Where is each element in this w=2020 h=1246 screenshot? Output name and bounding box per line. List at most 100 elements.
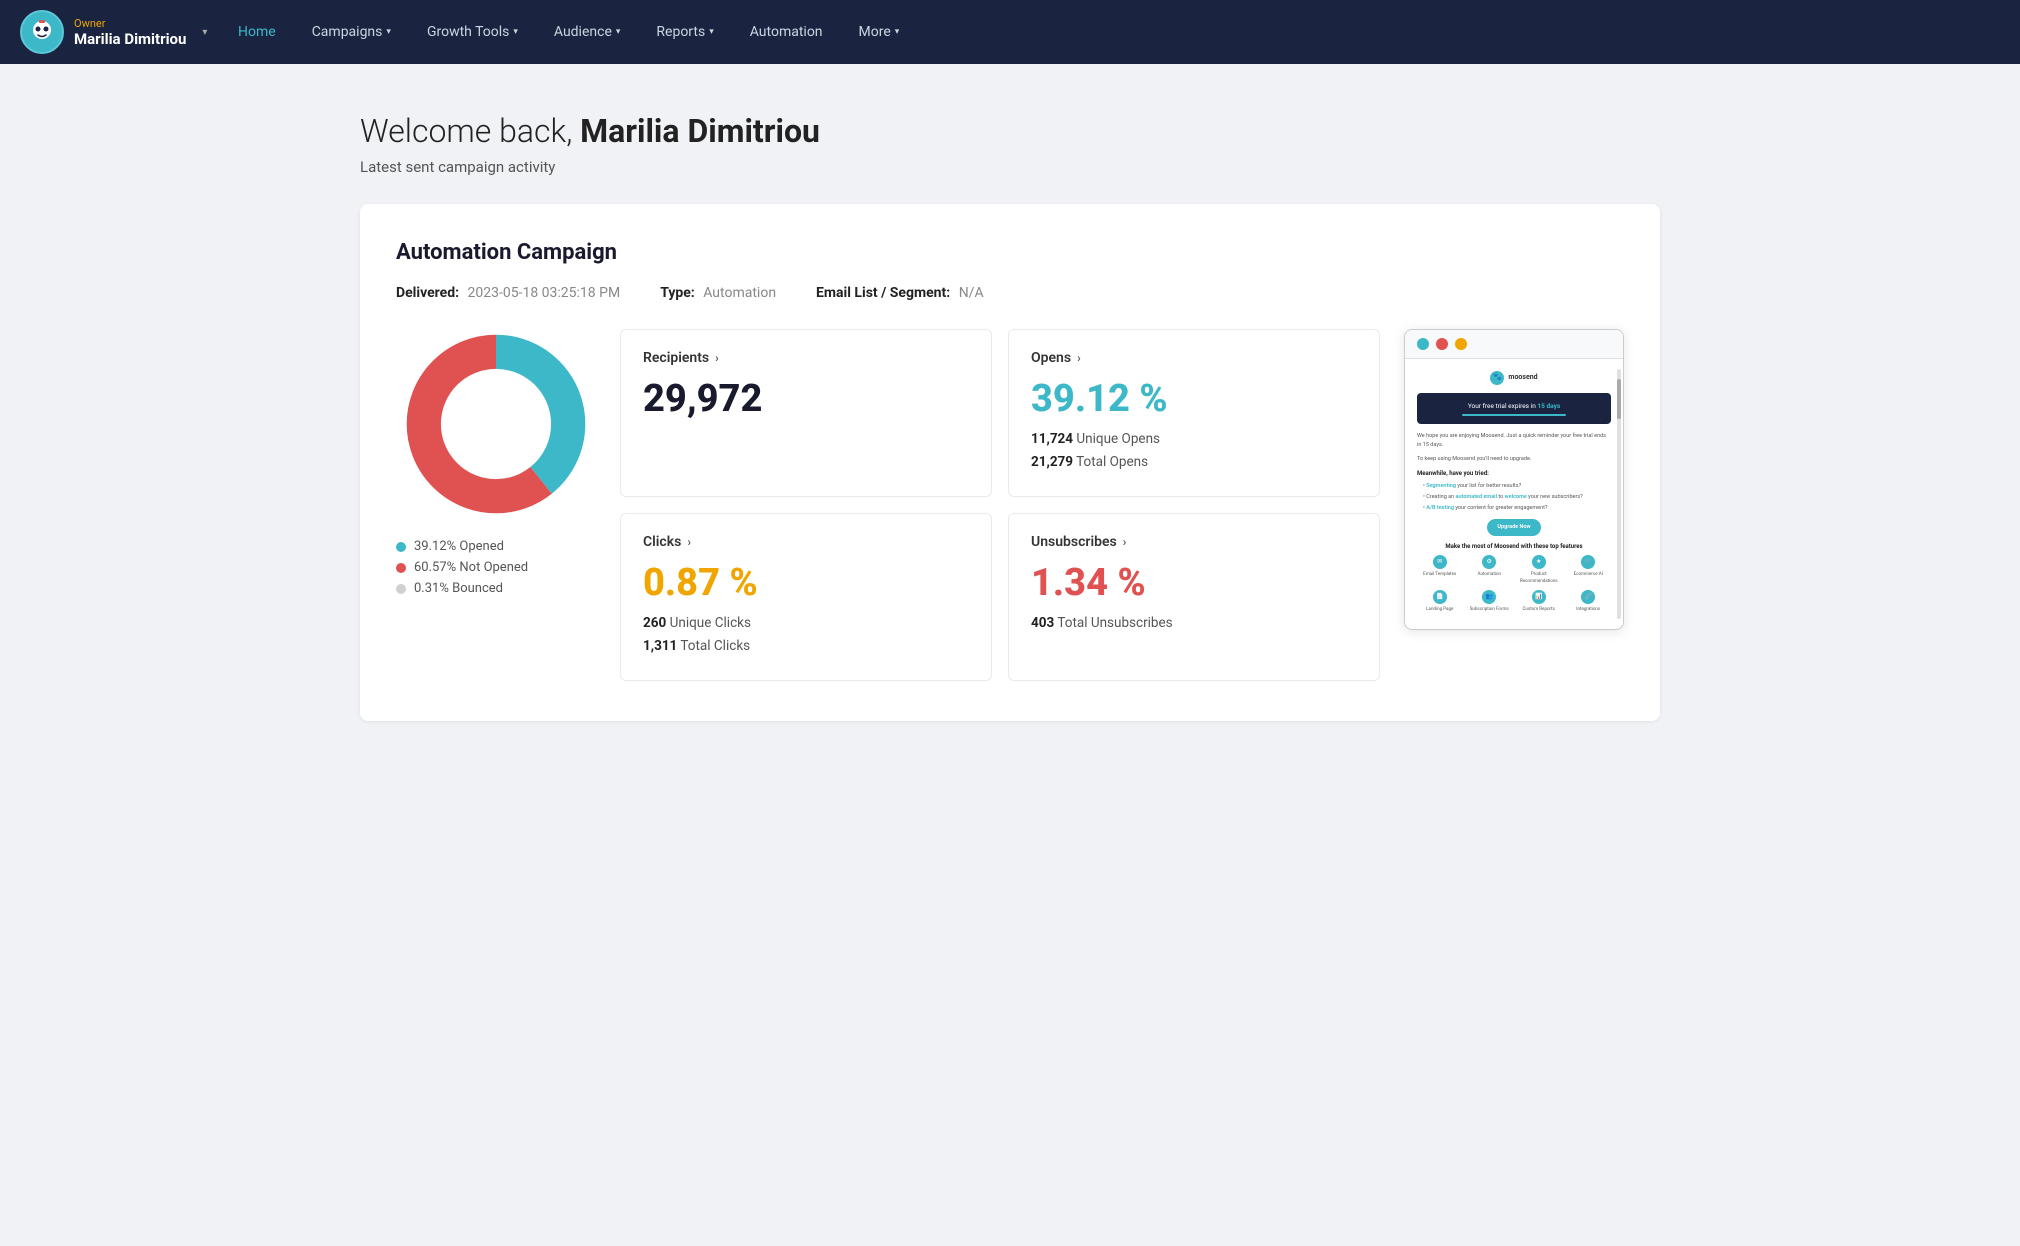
unsubscribes-percent: 1.34 % (1031, 564, 1357, 602)
scrollbar-track (1617, 369, 1621, 619)
donut-section: 39.12% Opened 60.57% Not Opened 0.31% Bo… (396, 329, 596, 596)
legend-item-opened: 39.12% Opened (396, 539, 596, 554)
welcome-subtitle: Latest sent campaign activity (360, 158, 1660, 176)
brand-avatar (20, 10, 64, 54)
legend-dot-not-opened (396, 563, 406, 573)
nav-item-automation[interactable]: Automation (732, 0, 841, 64)
welcome-user-name: Marilia Dimitriou (580, 112, 820, 150)
unsubscribes-details: 403 Total Unsubscribes (1031, 612, 1357, 635)
window-dot-red (1436, 338, 1448, 350)
brand-user-name: Marilia Dimitriou (74, 30, 186, 48)
brand-logo-icon (24, 14, 60, 50)
ecommerce-icon: 🛒 (1581, 555, 1595, 569)
opens-details: 11,724 Unique Opens 21,279 Total Opens (1031, 428, 1357, 474)
stat-header-unsubscribes[interactable]: Unsubscribes › (1031, 534, 1357, 550)
brand[interactable]: Owner Marilia Dimitriou ▾ (20, 10, 220, 54)
stat-box-unsubscribes: Unsubscribes › 1.34 % 403 Total Unsubscr… (1008, 513, 1380, 681)
email-cta-button[interactable]: Upgrade Now (1487, 519, 1540, 536)
email-templates-icon: ✉ (1433, 555, 1447, 569)
email-text-1: We hope you are enjoying Moosend. Just a… (1417, 432, 1611, 450)
automation-feature-icon: ⚙ (1482, 555, 1496, 569)
opens-arrow-icon: › (1077, 351, 1081, 365)
clicks-arrow-icon: › (687, 535, 691, 549)
audience-chevron-icon: ▾ (616, 27, 621, 37)
legend-item-not-opened: 60.57% Not Opened (396, 560, 596, 575)
campaigns-chevron-icon: ▾ (386, 27, 391, 37)
nav-item-audience[interactable]: Audience ▾ (536, 0, 639, 64)
window-titlebar (1405, 330, 1623, 359)
recipients-value: 29,972 (643, 380, 969, 418)
email-feature-integrations: 🔗 Integrations (1566, 590, 1612, 613)
donut-chart (401, 329, 591, 519)
landing-page-icon: 📄 (1433, 590, 1447, 604)
campaign-segment: Email List / Segment: N/A (816, 285, 984, 301)
custom-reports-icon: 📊 (1532, 590, 1546, 604)
email-list-2: • Creating an automated email to welcome… (1417, 493, 1611, 502)
campaign-meta: Delivered: 2023-05-18 03:25:18 PM Type: … (396, 285, 1624, 301)
email-feature-product-rec: ★ Product Recommendations (1516, 555, 1562, 585)
nav-item-home[interactable]: Home (220, 0, 294, 64)
unsubscribes-arrow-icon: › (1123, 535, 1127, 549)
more-chevron-icon: ▾ (895, 27, 900, 37)
stat-box-recipients: Recipients › 29,972 (620, 329, 992, 497)
email-icon-grid: ✉ Email Templates ⚙ Automation ★ Product… (1417, 555, 1611, 613)
subscription-forms-icon: 👥 (1482, 590, 1496, 604)
email-feature-heading: Make the most of Moosend with these top … (1417, 542, 1611, 552)
legend-dot-bounced (396, 584, 406, 594)
stat-box-clicks: Clicks › 0.87 % 260 Unique Clicks 1,311 … (620, 513, 992, 681)
nav-items: Home Campaigns ▾ Growth Tools ▾ Audience… (220, 0, 2000, 64)
welcome-title: Welcome back, Marilia Dimitriou (360, 112, 1660, 150)
email-meanwhile: Meanwhile, have you tried: (1417, 469, 1611, 479)
email-progress-bar (1462, 414, 1566, 416)
nav-item-more[interactable]: More ▾ (841, 0, 918, 64)
email-feature-subscription: 👥 Subscription Forms (1467, 590, 1513, 613)
legend-label-bounced: 0.31% Bounced (414, 581, 503, 596)
donut-svg (401, 329, 591, 519)
nav-item-growth-tools[interactable]: Growth Tools ▾ (409, 0, 536, 64)
email-brand-name: moosend (1508, 372, 1537, 383)
campaign-delivered: Delivered: 2023-05-18 03:25:18 PM (396, 285, 620, 301)
campaign-type: Type: Automation (660, 285, 776, 301)
campaign-title: Automation Campaign (396, 240, 1624, 265)
nav-item-campaigns[interactable]: Campaigns ▾ (294, 0, 409, 64)
recipients-arrow-icon: › (715, 351, 719, 365)
main-content: Welcome back, Marilia Dimitriou Latest s… (320, 64, 1700, 761)
email-feature-automation: ⚙ Automation (1467, 555, 1513, 585)
email-list-3: • A/B testing your content for greater e… (1417, 504, 1611, 513)
email-preview-wrap: 🐾 moosend Your free trial expires in 15 … (1404, 329, 1624, 630)
email-logo-row: 🐾 moosend (1417, 371, 1611, 385)
scrollbar-thumb[interactable] (1617, 379, 1621, 419)
email-feature-landing: 📄 Landing Page (1417, 590, 1463, 613)
stat-grid: Recipients › 29,972 Opens › 39.12 % 11,7… (620, 329, 1380, 681)
email-feature-custom-reports: 📊 Custom Reports (1516, 590, 1562, 613)
email-preview-window: 🐾 moosend Your free trial expires in 15 … (1404, 329, 1624, 630)
integrations-icon: 🔗 (1581, 590, 1595, 604)
donut-legend: 39.12% Opened 60.57% Not Opened 0.31% Bo… (396, 539, 596, 596)
window-dot-gold (1455, 338, 1467, 350)
stat-box-opens: Opens › 39.12 % 11,724 Unique Opens 21,2… (1008, 329, 1380, 497)
brand-chevron-icon[interactable]: ▾ (202, 27, 207, 38)
legend-label-not-opened: 60.57% Not Opened (414, 560, 528, 575)
legend-dot-opened (396, 542, 406, 552)
clicks-percent: 0.87 % (643, 564, 969, 602)
email-preview-body: 🐾 moosend Your free trial expires in 15 … (1405, 359, 1623, 629)
stat-header-recipients[interactable]: Recipients › (643, 350, 969, 366)
email-feature-email-templates: ✉ Email Templates (1417, 555, 1463, 585)
reports-chevron-icon: ▾ (709, 27, 714, 37)
brand-info: Owner Marilia Dimitriou (74, 17, 186, 48)
campaign-card: Automation Campaign Delivered: 2023-05-1… (360, 204, 1660, 721)
legend-label-opened: 39.12% Opened (414, 539, 504, 554)
clicks-details: 260 Unique Clicks 1,311 Total Clicks (643, 612, 969, 658)
stat-header-clicks[interactable]: Clicks › (643, 534, 969, 550)
nav-item-reports[interactable]: Reports ▾ (638, 0, 731, 64)
email-feature-ecommerce: 🛒 Ecommerce AI (1566, 555, 1612, 585)
email-list-1: • Segmenting your list for better result… (1417, 482, 1611, 491)
email-banner: Your free trial expires in 15 days (1417, 393, 1611, 424)
opens-percent: 39.12 % (1031, 380, 1357, 418)
email-text-2: To keep using Moosend you'll need to upg… (1417, 455, 1611, 464)
stat-header-opens[interactable]: Opens › (1031, 350, 1357, 366)
stats-area: 39.12% Opened 60.57% Not Opened 0.31% Bo… (396, 329, 1624, 681)
window-dot-teal (1417, 338, 1429, 350)
legend-item-bounced: 0.31% Bounced (396, 581, 596, 596)
growth-tools-chevron-icon: ▾ (513, 27, 518, 37)
